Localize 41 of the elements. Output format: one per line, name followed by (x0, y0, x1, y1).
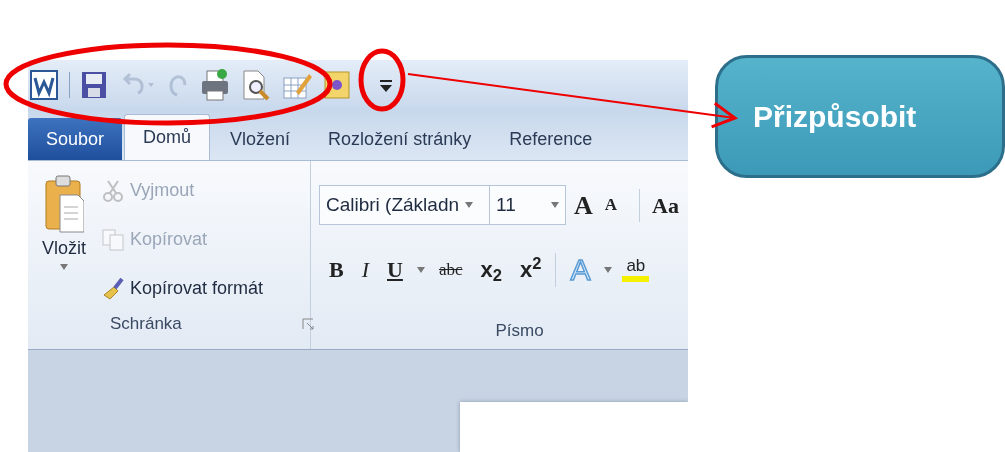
dropdown-caret-icon (416, 266, 425, 273)
change-case-button[interactable]: Aa (639, 188, 683, 222)
save-icon (81, 71, 107, 99)
copy-icon (102, 227, 124, 252)
dialog-launcher-button[interactable] (301, 317, 314, 330)
italic-button[interactable]: I (357, 253, 373, 286)
save-button[interactable] (81, 71, 107, 99)
magnifier-page-button[interactable] (241, 69, 271, 101)
dropdown-caret-icon (604, 266, 613, 273)
file-tab[interactable]: Soubor (28, 118, 123, 160)
dialog-launcher-icon (301, 317, 314, 330)
grow-font-button[interactable]: A (570, 185, 597, 225)
underline-button[interactable]: U (383, 253, 407, 286)
highlight-button[interactable]: ab (622, 257, 650, 282)
word-button[interactable] (30, 70, 58, 100)
clipboard-icon (44, 175, 84, 233)
ribbon-tab[interactable]: Reference (491, 118, 611, 160)
brush-icon (102, 276, 124, 301)
group-label: Schránka (110, 313, 182, 335)
dropdown-caret-icon (465, 202, 474, 208)
subscript-button[interactable]: x$_{2}$ (476, 253, 506, 286)
callout-text: Přizpůsobit (715, 55, 1005, 178)
ribbon-tab[interactable]: Vložení (212, 118, 309, 160)
printer-icon (200, 69, 230, 101)
group-label: Písmo (495, 320, 544, 342)
annotation-ellipse (358, 48, 406, 112)
bold-button[interactable]: B (325, 253, 348, 286)
magnifier-page-icon (241, 69, 271, 101)
printer-button[interactable] (200, 69, 230, 101)
word-icon (30, 70, 58, 100)
format-painter-button[interactable]: Kopírovat formát (102, 275, 264, 302)
dropdown-caret-icon (551, 202, 559, 208)
font-size-dropdown[interactable]: 11 (489, 185, 566, 225)
scissors-icon (102, 178, 124, 203)
font-name-dropdown[interactable]: Calibri (Základn (319, 185, 490, 225)
superscript-button[interactable]: x$^{2}$ (515, 253, 546, 286)
paste-button[interactable]: Vložit (42, 175, 86, 270)
shrink-font-button[interactable]: A (600, 192, 622, 218)
strikethrough-button[interactable]: abc (434, 256, 467, 283)
ribbon-tab[interactable]: Rozložení stránky (310, 118, 490, 160)
dropdown-caret-icon (60, 264, 68, 270)
